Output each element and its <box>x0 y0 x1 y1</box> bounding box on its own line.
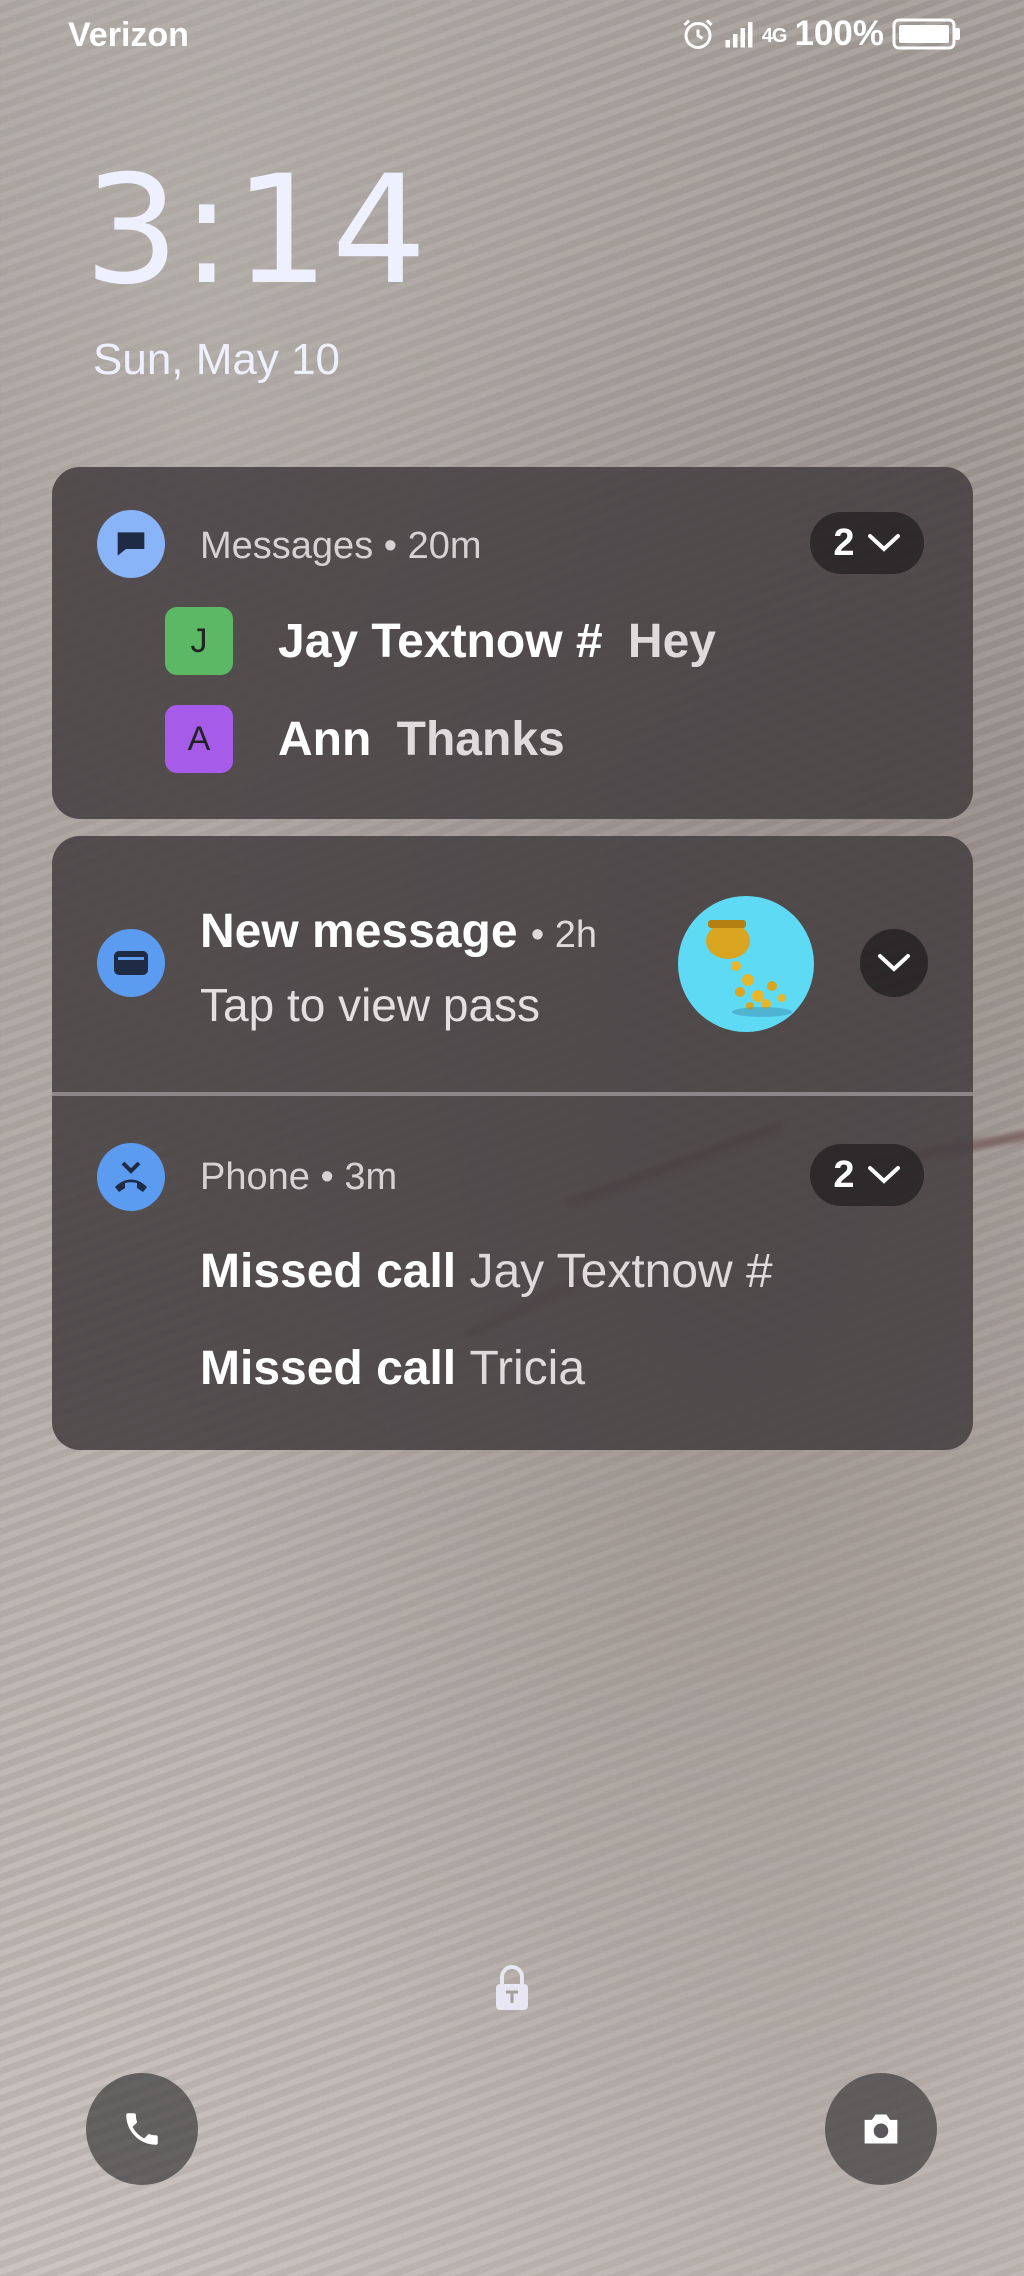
pass-thumbnail <box>678 896 814 1032</box>
messages-count: 2 <box>833 521 855 564</box>
chevron-down-icon <box>867 1166 900 1184</box>
message-sender: Jay Textnow # <box>278 615 603 668</box>
phone-icon <box>126 2113 158 2145</box>
new-message-notification[interactable]: New message • 2h Tap to view pass <box>52 836 973 1092</box>
carrier-name: Verizon <box>68 16 189 54</box>
messages-notification[interactable]: Messages • 20m 2 J Jay Textnow # Hey A A… <box>52 467 973 819</box>
message-thread[interactable]: Ann Thanks <box>278 712 565 767</box>
message-thread[interactable]: Jay Textnow # Hey <box>278 614 716 669</box>
camera-shortcut-button[interactable] <box>825 2073 937 2185</box>
messages-app-name: Messages <box>200 525 374 567</box>
phone-header: Phone • 3m <box>200 1156 397 1199</box>
lock-icon <box>492 1964 532 2012</box>
separator-dot: • <box>530 914 555 956</box>
signal-icon <box>725 22 753 48</box>
lockscreen-date: Sun, May 10 <box>93 335 341 384</box>
treasure-pot-icon <box>706 920 792 1017</box>
status-bar: Verizon 4G 100% <box>0 14 1024 60</box>
new-message-time: 2h <box>554 914 598 956</box>
message-text: Thanks <box>396 713 565 766</box>
lockscreen-clock: 3:14 <box>84 144 429 318</box>
phone-time: 3m <box>344 1156 398 1198</box>
phone-app-icon <box>97 1143 165 1211</box>
missed-call-label: Missed call <box>200 1245 457 1298</box>
separator-dot: • <box>320 1156 345 1198</box>
battery-icon <box>892 18 960 50</box>
missed-call-icon <box>115 1161 147 1192</box>
phone-expand-button[interactable]: 2 <box>810 1144 924 1206</box>
new-message-header: New message • 2h <box>200 904 597 959</box>
alarm-icon <box>683 19 713 49</box>
messages-time: 20m <box>407 525 482 567</box>
new-message-body: Tap to view pass <box>200 979 541 1031</box>
messages-app-icon <box>97 510 165 578</box>
network-type: 4G <box>761 24 788 47</box>
missed-call-label: Missed call <box>200 1342 457 1395</box>
new-message-expand-button[interactable] <box>860 929 928 997</box>
separator-dot: • <box>383 525 408 567</box>
message-sender: Ann <box>278 713 372 766</box>
missed-call-row[interactable]: Missed call Tricia <box>200 1341 585 1396</box>
avatar: A <box>165 705 233 773</box>
missed-call-row[interactable]: Missed call Jay Textnow # <box>200 1244 773 1299</box>
phone-app-name: Phone <box>200 1156 310 1198</box>
avatar: J <box>165 607 233 675</box>
wallet-icon <box>114 951 148 975</box>
chat-bubble-icon <box>117 532 145 556</box>
wallet-app-icon <box>97 929 165 997</box>
messages-expand-button[interactable]: 2 <box>810 512 924 574</box>
chevron-down-icon <box>878 954 910 972</box>
caller-name: Tricia <box>469 1342 586 1395</box>
new-message-title: New message <box>200 905 518 958</box>
camera-icon <box>864 2114 898 2144</box>
phone-shortcut-button[interactable] <box>86 2073 198 2185</box>
phone-count: 2 <box>833 1153 855 1196</box>
caller-name: Jay Textnow # <box>469 1245 773 1298</box>
message-text: Hey <box>627 615 716 668</box>
messages-header: Messages • 20m <box>200 525 482 568</box>
battery-percent: 100% <box>794 14 884 53</box>
phone-notification[interactable]: Phone • 3m 2 Missed call Jay Textnow # M… <box>52 1096 973 1450</box>
chevron-down-icon <box>867 534 900 552</box>
status-icons: 4G 100% <box>680 14 962 54</box>
